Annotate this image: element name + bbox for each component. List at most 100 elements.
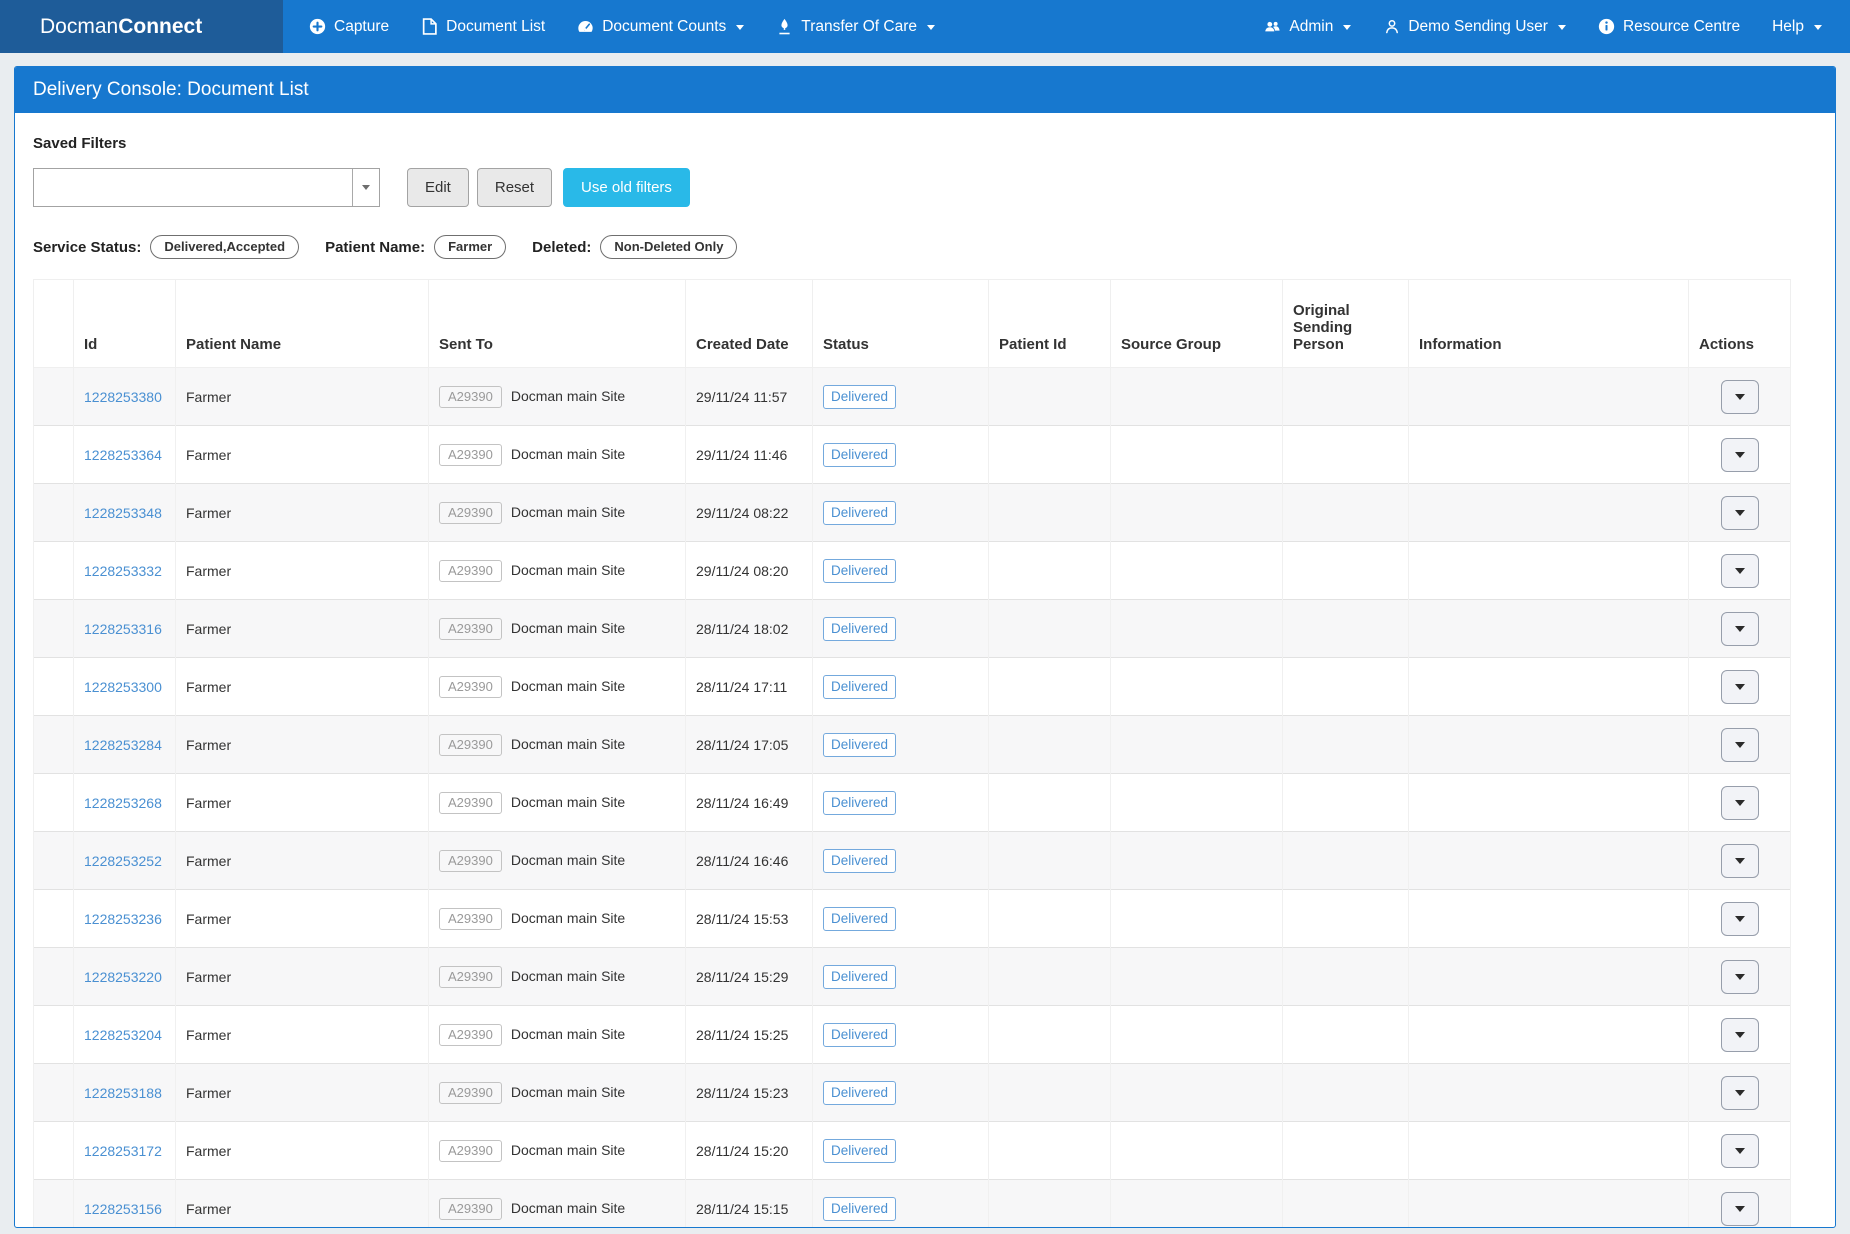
patient-id-cell	[989, 832, 1111, 890]
actions-cell	[1689, 484, 1791, 542]
document-id-link[interactable]: 1228253348	[84, 505, 162, 521]
nav-item-document-counts[interactable]: Document Counts	[561, 0, 760, 53]
row-actions-button[interactable]	[1721, 1018, 1759, 1052]
row-actions-button[interactable]	[1721, 1076, 1759, 1110]
document-id-link[interactable]: 1228253188	[84, 1085, 162, 1101]
document-id-link[interactable]: 1228253172	[84, 1143, 162, 1159]
document-id-link[interactable]: 1228253268	[84, 795, 162, 811]
original-sending-person-cell	[1283, 484, 1409, 542]
sent-to-code-badge: A29390	[439, 1082, 502, 1104]
caret-down-icon	[1735, 568, 1745, 574]
row-spacer-cell	[34, 716, 74, 774]
sent-to-cell: A29390Docman main Site	[429, 368, 686, 426]
filter-chip: Non-Deleted Only	[600, 235, 737, 259]
document-id-link[interactable]: 1228253204	[84, 1027, 162, 1043]
row-actions-button[interactable]	[1721, 612, 1759, 646]
created-date-cell: 28/11/24 16:46	[686, 832, 813, 890]
row-spacer-cell	[34, 368, 74, 426]
sent-to-site-label: Docman main Site	[511, 968, 625, 984]
row-actions-button[interactable]	[1721, 554, 1759, 588]
caret-down-icon	[1735, 452, 1745, 458]
actions-cell	[1689, 1180, 1791, 1229]
document-id-link[interactable]: 1228253300	[84, 679, 162, 695]
row-actions-button[interactable]	[1721, 1192, 1759, 1226]
id-cell: 1228253156	[74, 1180, 176, 1229]
select-caret-box[interactable]	[352, 169, 379, 206]
row-actions-button[interactable]	[1721, 786, 1759, 820]
actions-cell	[1689, 948, 1791, 1006]
row-actions-button[interactable]	[1721, 960, 1759, 994]
status-badge: Delivered	[823, 791, 896, 815]
table-row: 1228253332FarmerA29390Docman main Site29…	[34, 542, 1791, 600]
information-cell	[1409, 774, 1689, 832]
sent-to-site-label: Docman main Site	[511, 794, 625, 810]
patient-id-cell	[989, 426, 1111, 484]
status-badge: Delivered	[823, 965, 896, 989]
status-cell: Delivered	[813, 542, 989, 600]
edit-button[interactable]: Edit	[407, 168, 469, 207]
original-sending-person-cell	[1283, 426, 1409, 484]
row-actions-button[interactable]	[1721, 438, 1759, 472]
reset-button[interactable]: Reset	[477, 168, 552, 207]
patient-name-cell: Farmer	[176, 1122, 429, 1180]
document-id-link[interactable]: 1228253284	[84, 737, 162, 753]
status-badge: Delivered	[823, 675, 896, 699]
document-id-link[interactable]: 1228253252	[84, 853, 162, 869]
brand-logo[interactable]: DocmanConnect	[0, 0, 283, 53]
status-cell: Delivered	[813, 832, 989, 890]
original-sending-person-cell	[1283, 832, 1409, 890]
nav-item-label: Document List	[446, 18, 545, 36]
caret-down-icon	[1735, 916, 1745, 922]
saved-filters-select[interactable]	[33, 168, 380, 207]
document-id-link[interactable]: 1228253332	[84, 563, 162, 579]
created-date-cell: 28/11/24 15:29	[686, 948, 813, 1006]
row-actions-button[interactable]	[1721, 380, 1759, 414]
nav-item-resource-centre[interactable]: Resource Centre	[1582, 0, 1756, 53]
row-actions-button[interactable]	[1721, 1134, 1759, 1168]
document-id-link[interactable]: 1228253236	[84, 911, 162, 927]
patient-name-cell: Farmer	[176, 890, 429, 948]
filter-chip: Farmer	[434, 235, 506, 259]
information-cell	[1409, 658, 1689, 716]
sent-to-code-badge: A29390	[439, 618, 502, 640]
sent-to-cell: A29390Docman main Site	[429, 542, 686, 600]
row-actions-button[interactable]	[1721, 728, 1759, 762]
original-sending-person-cell	[1283, 774, 1409, 832]
nav-item-transfer-of-care[interactable]: Transfer Of Care	[760, 0, 951, 53]
row-actions-button[interactable]	[1721, 902, 1759, 936]
original-sending-person-cell	[1283, 542, 1409, 600]
id-cell: 1228253220	[74, 948, 176, 1006]
use-old-filters-button[interactable]: Use old filters	[563, 168, 690, 207]
caret-down-icon	[1735, 974, 1745, 980]
document-id-link[interactable]: 1228253220	[84, 969, 162, 985]
patient-name-cell: Farmer	[176, 1180, 429, 1229]
status-cell: Delivered	[813, 1064, 989, 1122]
nav-item-capture[interactable]: Capture	[293, 0, 405, 53]
table-row: 1228253348FarmerA29390Docman main Site29…	[34, 484, 1791, 542]
sent-to-cell: A29390Docman main Site	[429, 1006, 686, 1064]
row-actions-button[interactable]	[1721, 844, 1759, 878]
tachometer-icon	[577, 18, 594, 35]
actions-cell	[1689, 832, 1791, 890]
status-badge: Delivered	[823, 849, 896, 873]
nav-item-help[interactable]: Help	[1756, 0, 1838, 53]
filter-chip: Delivered,Accepted	[150, 235, 299, 259]
row-actions-button[interactable]	[1721, 670, 1759, 704]
nav-item-document-list[interactable]: Document List	[405, 0, 561, 53]
document-id-link[interactable]: 1228253364	[84, 447, 162, 463]
table-row: 1228253156FarmerA29390Docman main Site28…	[34, 1180, 1791, 1229]
source-group-cell	[1111, 484, 1283, 542]
document-id-link[interactable]: 1228253316	[84, 621, 162, 637]
document-id-link[interactable]: 1228253380	[84, 389, 162, 405]
nav-item-admin[interactable]: Admin	[1248, 0, 1367, 53]
row-actions-button[interactable]	[1721, 496, 1759, 530]
created-date-cell: 29/11/24 08:20	[686, 542, 813, 600]
sent-to-site-label: Docman main Site	[511, 562, 625, 578]
patient-name-cell: Farmer	[176, 774, 429, 832]
user-menu[interactable]: Demo Sending User	[1367, 0, 1582, 53]
id-cell: 1228253364	[74, 426, 176, 484]
sent-to-site-label: Docman main Site	[511, 1026, 625, 1042]
table-row: 1228253284FarmerA29390Docman main Site28…	[34, 716, 1791, 774]
document-id-link[interactable]: 1228253156	[84, 1201, 162, 1217]
status-badge: Delivered	[823, 1023, 896, 1047]
